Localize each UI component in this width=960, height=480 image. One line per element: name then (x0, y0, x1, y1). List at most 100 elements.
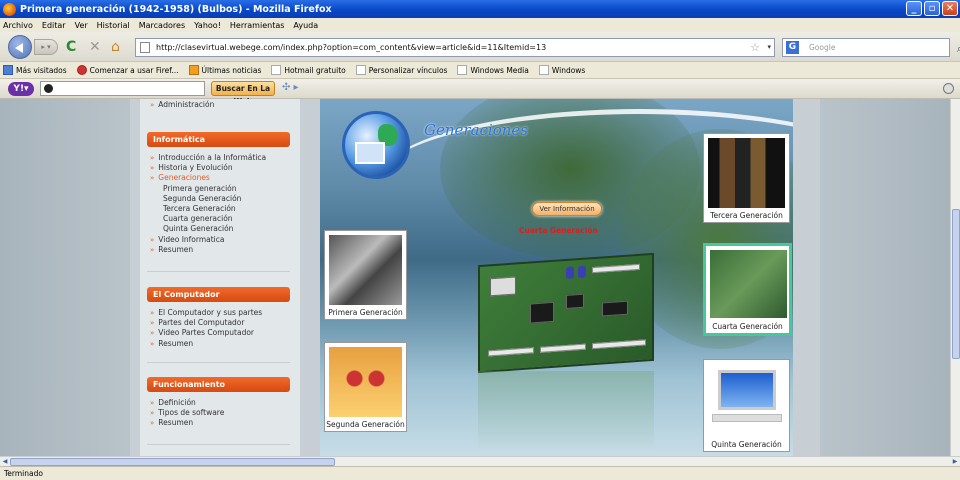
sidebar-item-video-informatica[interactable]: » Video Informatica (150, 235, 266, 245)
card-cuarta-generacion[interactable]: Cuarta Generación (703, 243, 792, 336)
page-background-right (820, 99, 950, 456)
mainframe-photo (708, 138, 785, 208)
stop-icon[interactable]: ✕ (89, 39, 101, 55)
yahoo-settings-icon[interactable] (943, 83, 954, 94)
back-button[interactable] (8, 35, 32, 59)
yahoo-search-input[interactable] (40, 81, 205, 96)
menu-herramientas[interactable]: Herramientas (230, 21, 285, 30)
sidebar-item-label: Video Informatica (158, 234, 225, 244)
globe-computer-icon (342, 111, 410, 179)
forward-button[interactable]: ▸ ▾ (34, 39, 58, 55)
page-viewport: » Administración Informática » Introducció… (0, 99, 960, 456)
page-gutter (793, 99, 820, 456)
sidebar-item-quinta[interactable]: Quinta Generación (150, 224, 266, 234)
card-primera-generacion[interactable]: Primera Generación (324, 230, 407, 320)
sidebar-item-label: Historia y Evolución (158, 163, 233, 173)
google-engine-icon[interactable]: G (786, 41, 799, 54)
card-tercera-generacion[interactable]: Tercera Generación (703, 133, 790, 223)
divider (147, 264, 290, 272)
close-button[interactable]: ✕ (942, 1, 958, 16)
card-segunda-generacion[interactable]: Segunda Generación (324, 342, 407, 432)
board-slot (488, 347, 534, 357)
sidebar-item-definicion[interactable]: » Definición (150, 398, 224, 408)
sidebar-item-label: El Computador y sus partes (158, 308, 263, 317)
bookmark-comenzar[interactable]: Comenzar a usar Firef... (76, 65, 179, 75)
menu-ver[interactable]: Ver (75, 21, 88, 30)
arrow-icon: » (150, 164, 155, 173)
menu-yahoo[interactable]: Yahoo! (194, 21, 221, 30)
sidebar-item-resumen[interactable]: » Resumen (150, 245, 266, 255)
yahoo-search-button[interactable]: Buscar En La Web (211, 81, 275, 106)
vertical-scrollbar[interactable] (950, 99, 960, 456)
board-chip (530, 301, 554, 324)
sidebar-item-label: Introducción a la Informática (158, 153, 267, 162)
vertical-scroll-thumb[interactable] (952, 209, 960, 359)
bookmark-hotmail[interactable]: Hotmail gratuito (271, 65, 346, 75)
sidebar-item-tercera[interactable]: Tercera Generación (150, 204, 266, 214)
menu-ayuda[interactable]: Ayuda (293, 21, 318, 30)
bookmark-personalizar[interactable]: Personalizar vínculos (355, 65, 447, 75)
menu-marcadores[interactable]: Marcadores (139, 21, 185, 30)
sidebar-item-primera[interactable]: Primera generación (150, 184, 266, 194)
bookmark-label: Más visitados (16, 65, 67, 75)
bookmark-star-icon[interactable]: ☆ (750, 39, 760, 56)
arrow-icon: » (150, 419, 155, 428)
page-background-left (0, 99, 130, 456)
page-icon (140, 42, 150, 53)
yahoo-extra-icon[interactable]: ✣ ▸ (282, 82, 299, 93)
arrow-icon: » (150, 409, 155, 418)
arrow-icon: » (150, 319, 155, 328)
sidebar-item-partes-computador[interactable]: » Partes del Computador (150, 318, 262, 328)
bookmark-mas-visitados[interactable]: Más visitados (3, 65, 67, 75)
divider (147, 437, 290, 445)
menu-editar[interactable]: Editar (42, 21, 66, 30)
sidebar-item-resumen[interactable]: » Resumen (150, 339, 262, 349)
page-icon (538, 65, 549, 75)
menu-historial[interactable]: Historial (97, 21, 130, 30)
url-dropdown-icon[interactable]: ▾ (767, 39, 771, 56)
horizontal-scroll-thumb[interactable] (10, 458, 335, 466)
motherboard-image[interactable] (478, 252, 654, 374)
rss-icon (188, 65, 199, 75)
ver-informacion-button[interactable]: Ver Información (532, 202, 602, 216)
minimize-button[interactable]: _ (906, 1, 922, 16)
sidebar-item-video-partes[interactable]: » Video Partes Computador (150, 328, 262, 338)
reload-icon[interactable]: C (66, 39, 76, 55)
arrow-icon: » (150, 339, 155, 348)
sidebar-item-historia[interactable]: » Historia y Evolución (150, 163, 266, 173)
sidebar-item-label: Video Partes Computador (158, 328, 255, 338)
bookmark-windows[interactable]: Windows (538, 65, 585, 75)
divider (147, 355, 290, 363)
home-icon[interactable]: ⌂ (111, 39, 120, 55)
url-bar[interactable]: http://clasevirtual.webege.com/index.php… (135, 38, 775, 57)
banner-title: Generaciones (424, 121, 528, 139)
yahoo-logo-icon[interactable]: Y!▾ (8, 82, 34, 96)
bookmark-windows-media[interactable]: Windows Media (457, 65, 529, 75)
page-gutter (300, 99, 320, 456)
eniac-photo (329, 235, 402, 305)
sidebar-item-resumen[interactable]: » Resumen (150, 418, 224, 428)
board-slot (592, 339, 646, 350)
bookmark-label: Hotmail gratuito (284, 65, 346, 75)
arrow-icon: » (150, 245, 155, 254)
maximize-button[interactable]: ▫ (924, 1, 940, 16)
menu-bar: Archivo Editar Ver Historial Marcadores … (0, 18, 960, 32)
bookmark-ultimas-noticias[interactable]: Últimas noticias (188, 65, 261, 75)
arrow-icon: » (150, 329, 155, 338)
sidebar-item-cuarta[interactable]: Cuarta generación (150, 214, 266, 224)
sidebar-item-computador-partes[interactable]: » El Computador y sus partes (150, 308, 262, 318)
sidebar-item-label: Partes del Computador (158, 318, 245, 328)
card-caption: Segunda Generación (326, 420, 405, 429)
horizontal-scrollbar[interactable]: ◀ ▶ (0, 456, 960, 466)
sidebar-list-funcionamiento: » Definición » Tipos de software » Resumen (150, 398, 224, 429)
sidebar-item-introduccion[interactable]: » Introducción a la Informática (150, 153, 266, 163)
sidebar-item-segunda[interactable]: Segunda Generación (150, 194, 266, 204)
search-box[interactable]: G Google ⌕ (782, 38, 960, 57)
sidebar-item-tipos-software[interactable]: » Tipos de software (150, 408, 224, 418)
card-caption: Quinta Generación (711, 440, 782, 449)
menu-archivo[interactable]: Archivo (3, 21, 33, 30)
card-quinta-generacion[interactable]: Quinta Generación (703, 359, 790, 452)
sidebar-item-generaciones[interactable]: » Generaciones (150, 173, 266, 183)
sidebar-item-administracion[interactable]: » Administración (150, 100, 214, 109)
capacitor (566, 266, 574, 279)
